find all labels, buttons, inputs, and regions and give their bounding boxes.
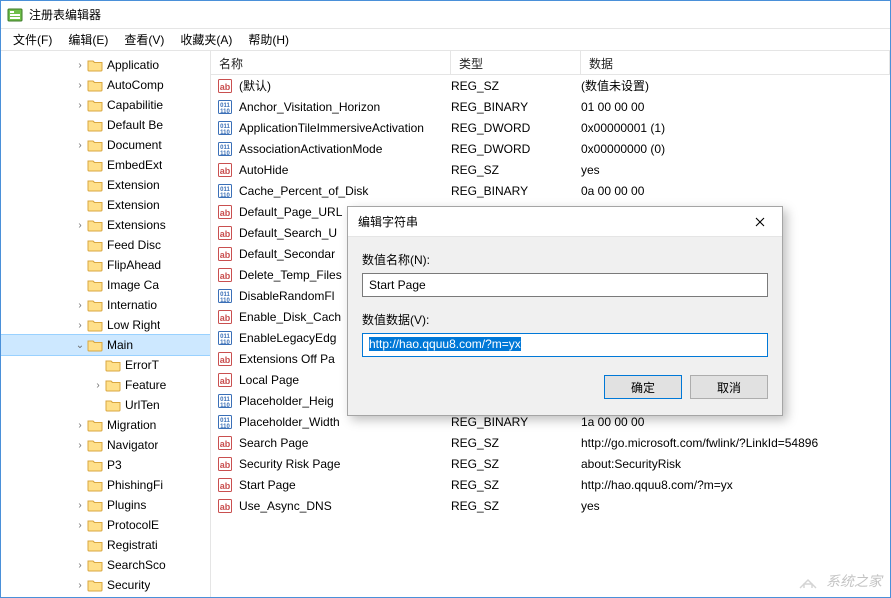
ok-button[interactable]: 确定: [604, 375, 682, 399]
value-name-input[interactable]: [362, 273, 768, 297]
value-data-input[interactable]: http://hao.qquu8.com/?m=yx: [362, 333, 768, 357]
close-icon[interactable]: [744, 211, 776, 233]
dialog-title: 编辑字符串: [358, 213, 418, 230]
value-name-label: 数值名称(N):: [362, 251, 768, 268]
dialog-overlay: 编辑字符串 数值名称(N): 数值数据(V): http://hao.qquu8…: [1, 1, 890, 597]
cancel-button[interactable]: 取消: [690, 375, 768, 399]
edit-string-dialog: 编辑字符串 数值名称(N): 数值数据(V): http://hao.qquu8…: [347, 206, 783, 416]
dialog-body: 数值名称(N): 数值数据(V): http://hao.qquu8.com/?…: [348, 237, 782, 415]
dialog-titlebar[interactable]: 编辑字符串: [348, 207, 782, 237]
value-data-label: 数值数据(V):: [362, 311, 768, 328]
dialog-buttons: 确定 取消: [362, 371, 768, 399]
